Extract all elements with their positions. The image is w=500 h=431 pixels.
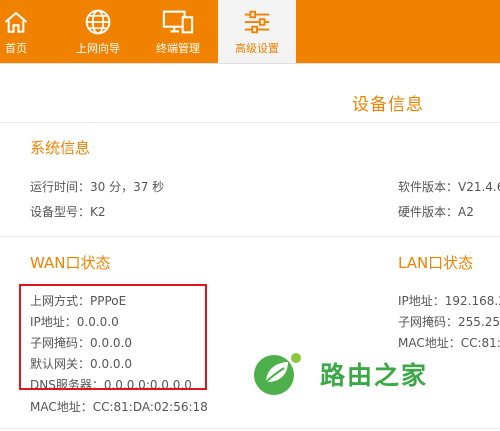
nav-divider [0, 63, 500, 72]
sliders-icon [244, 10, 270, 34]
nav-home-label: 首页 [5, 42, 27, 55]
watermark-text: 路由之家 [320, 361, 429, 390]
nav-advanced-settings-label: 高级设置 [235, 42, 279, 55]
devices-icon [162, 10, 194, 34]
nav-setup-wizard-label: 上网向导 [76, 42, 120, 55]
system-info-heading: 系统信息 [30, 139, 91, 157]
home-icon [4, 11, 28, 33]
highlight-box [19, 284, 207, 390]
device-model-text: 设备型号：K2 [30, 205, 106, 219]
nav-device-management-label: 终端管理 [156, 42, 200, 55]
lan-status-heading: LAN口状态 [398, 254, 474, 272]
software-version-text: 软件版本：V21.4.6 [398, 180, 500, 194]
uptime-text: 运行时间：30 分，37 秒 [30, 180, 165, 194]
nav-device-management[interactable]: 终端管理 [146, 0, 210, 63]
nav-setup-wizard[interactable]: 上网向导 [66, 0, 130, 63]
divider [0, 122, 500, 123]
wan-mac-address: MAC地址：CC:81:DA:02:56:18 [30, 400, 208, 414]
lan-ip-address: IP地址：192.168.2 [398, 294, 500, 308]
nav-advanced-settings[interactable]: 高级设置 [218, 0, 296, 63]
divider [0, 428, 500, 429]
nav-home[interactable]: 首页 [0, 0, 32, 63]
lan-mac-address: MAC地址：CC:81:0 [398, 336, 500, 350]
top-nav: 首页 上网向导 终端管理 高级设置 [0, 0, 500, 63]
wan-status-heading: WAN口状态 [30, 254, 111, 272]
watermark-logo-icon [254, 353, 301, 395]
hardware-version-text: 硬件版本：A2 [398, 205, 474, 219]
divider [0, 236, 500, 237]
lan-subnet-mask: 子网掩码：255.255 [398, 315, 500, 329]
globe-icon [85, 9, 111, 35]
page-title: 设备信息 [352, 95, 424, 115]
